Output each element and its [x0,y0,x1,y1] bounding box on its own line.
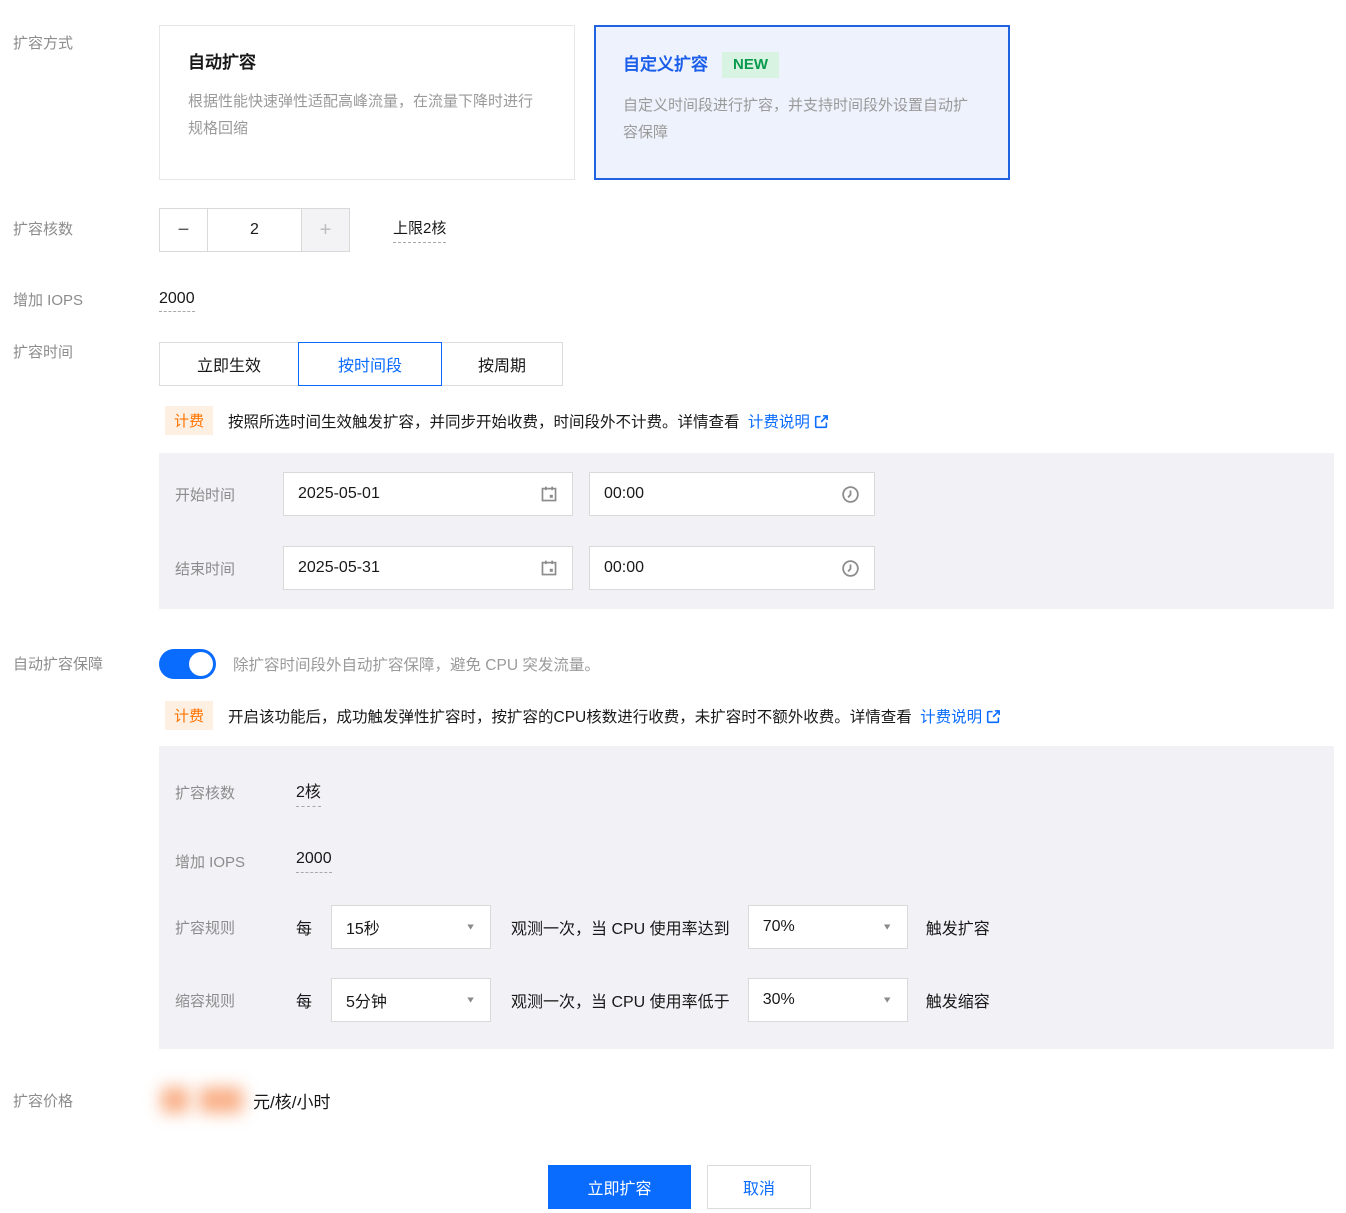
expand-threshold-value: 70% [762,918,795,935]
card-auto-scale-title: 自动扩容 [188,53,256,72]
label-end-time: 结束时间 [175,560,236,578]
billing-badge: 计费 [165,406,214,435]
auto-guard-desc: 除扩容时间段外自动扩容保障，避免 CPU 突发流量。 [233,657,600,674]
external-link-icon [814,414,828,428]
shrink-threshold-select[interactable]: 30% ▼ [747,978,908,1022]
guard-cores-value[interactable]: 2核 [296,778,321,807]
shrink-threshold-value: 30% [762,991,795,1008]
shrink-interval-value: 5分钟 [346,994,387,1011]
iops-value[interactable]: 2000 [159,290,195,312]
row-add-iops: 增加 IOPS 2000 [13,290,1346,312]
card-custom-scale-title: 自定义扩容 [623,55,708,74]
auto-guard-toggle[interactable] [159,649,216,679]
billing-doc-link[interactable]: 计费说明 [748,414,810,431]
chevron-down-icon: ▼ [881,995,893,1005]
expand-interval-select[interactable]: 15秒 ▼ [331,905,491,949]
end-date-value: 2025-05-31 [298,559,380,576]
row-scale-price: 扩容价格 元/核/小时 [13,1081,1346,1119]
external-link-icon [986,709,1000,723]
method-cards: 自动扩容 根据性能快速弹性适配高峰流量，在流量下降时进行规格回缩 自定义扩容 N… [159,25,1346,180]
chevron-down-icon: ▼ [465,995,476,1005]
guard-iops-value[interactable]: 2000 [296,850,332,873]
billing-note-text: 按照所选时间生效触发扩容，并同步开始收费，时间段外不计费。详情查看 计费说明 [228,410,829,432]
end-time-row: 结束时间 2025-05-31 00:00 [175,546,1334,590]
card-auto-scale-desc: 根据性能快速弹性适配高峰流量，在流量下降时进行规格回缩 [188,93,534,137]
tab-immediate[interactable]: 立即生效 [159,342,299,386]
expand-threshold-select[interactable]: 70% ▼ [747,905,908,949]
price-unit: 元/核/小时 [253,1092,331,1112]
billing-badge: 计费 [165,701,214,730]
start-time-value: 00:00 [604,485,645,502]
label-scale-price: 扩容价格 [13,1093,74,1110]
scale-time-tabs: 立即生效 按时间段 按周期 [159,342,1346,386]
expand-interval-value: 15秒 [346,921,380,938]
row-auto-guard: 自动扩容保障 除扩容时间段外自动扩容保障，避免 CPU 突发流量。 [13,649,1346,679]
price-value-redacted [159,1081,245,1119]
end-date-picker[interactable]: 2025-05-31 [283,546,573,590]
rule-middle: 观测一次，当 CPU 使用率低于 [511,994,730,1011]
calendar-icon [541,560,557,576]
confirm-scale-button[interactable]: 立即扩容 [548,1165,691,1209]
expand-rule-row: 扩容规则 每 15秒 ▼ 观测一次，当 CPU 使用率达到 70% ▼ 触发扩容 [175,905,1334,949]
guard-cores-row: 扩容核数 2核 [175,778,1334,807]
decrement-button[interactable]: − [159,208,207,252]
cancel-button[interactable]: 取消 [707,1165,811,1209]
label-scale-time: 扩容时间 [13,344,74,361]
clock-icon [842,559,859,577]
label-expand-rule: 扩容规则 [175,919,236,937]
scale-config-form: 扩容方式 自动扩容 根据性能快速弹性适配高峰流量，在流量下降时进行规格回缩 自定… [0,25,1346,1209]
clock-icon [842,485,859,503]
label-start-time: 开始时间 [175,486,236,504]
shrink-rule-row: 缩容规则 每 5分钟 ▼ 观测一次，当 CPU 使用率低于 30% ▼ 触发缩容 [175,978,1334,1022]
shrink-interval-select[interactable]: 5分钟 ▼ [331,978,491,1022]
rule-prefix: 每 [296,921,313,938]
tab-time-range[interactable]: 按时间段 [298,342,442,386]
label-add-iops: 增加 IOPS [13,292,84,309]
guard-rules-panel: 扩容核数 2核 增加 IOPS 2000 扩容规则 每 15秒 ▼ 观测一次，当… [159,746,1334,1049]
billing-note-guard: 计费 开启该功能后，成功触发弹性扩容时，按扩容的CPU核数进行收费，未扩容时不额… [165,701,1346,730]
billing-note-text: 开启该功能后，成功触发弹性扩容时，按扩容的CPU核数进行收费，未扩容时不额外收费… [228,705,1001,727]
label-shrink-rule: 缩容规则 [175,992,236,1010]
card-custom-scale[interactable]: 自定义扩容 NEW 自定义时间段进行扩容，并支持时间段外设置自动扩容保障 [594,25,1010,180]
start-time-row: 开始时间 2025-05-01 00:00 [175,472,1334,516]
row-scale-time: 扩容时间 立即生效 按时间段 按周期 [13,342,1346,386]
card-custom-scale-desc: 自定义时间段进行扩容，并支持时间段外设置自动扩容保障 [623,97,969,141]
chevron-down-icon: ▼ [465,922,476,932]
billing-doc-link[interactable]: 计费说明 [920,709,982,726]
row-scale-cores: 扩容核数 − + 上限2核 [13,208,1346,252]
billing-note-body: 按照所选时间生效触发扩容，并同步开始收费，时间段外不计费。详情查看 [228,413,740,431]
rule-middle: 观测一次，当 CPU 使用率达到 [511,921,730,938]
action-bar: 立即扩容 取消 [13,1165,1346,1209]
cores-limit-hint[interactable]: 上限2核 [393,217,447,243]
label-scale-cores: 扩容核数 [13,221,74,238]
label-scale-method: 扩容方式 [13,35,74,52]
start-date-value: 2025-05-01 [298,485,380,502]
increment-button[interactable]: + [302,208,350,252]
start-date-picker[interactable]: 2025-05-01 [283,472,573,516]
guard-iops-row: 增加 IOPS 2000 [175,850,1334,873]
cores-stepper: − + [159,208,350,252]
billing-note-body: 开启该功能后，成功触发弹性扩容时，按扩容的CPU核数进行收费，未扩容时不额外收费… [228,708,912,726]
chevron-down-icon: ▼ [881,922,893,932]
card-auto-scale[interactable]: 自动扩容 根据性能快速弹性适配高峰流量，在流量下降时进行规格回缩 [159,25,575,180]
tab-periodic[interactable]: 按周期 [441,342,563,386]
row-scale-method: 扩容方式 自动扩容 根据性能快速弹性适配高峰流量，在流量下降时进行规格回缩 自定… [13,25,1346,180]
billing-note-time: 计费 按照所选时间生效触发扩容，并同步开始收费，时间段外不计费。详情查看 计费说… [165,406,1346,435]
label-guard-iops: 增加 IOPS [175,854,246,871]
time-range-panel: 开始时间 2025-05-01 00:00 结束时间 2025-05-31 00… [159,453,1334,609]
toggle-knob [189,652,213,676]
start-time-picker[interactable]: 00:00 [589,472,875,516]
end-time-picker[interactable]: 00:00 [589,546,875,590]
rule-prefix: 每 [296,994,313,1011]
new-badge: NEW [722,52,779,78]
end-time-value: 00:00 [604,559,645,576]
cores-input[interactable] [207,208,302,252]
rule-suffix: 触发缩容 [925,994,990,1011]
label-auto-guard: 自动扩容保障 [13,656,104,673]
rule-suffix: 触发扩容 [925,921,990,938]
label-guard-cores: 扩容核数 [175,785,236,802]
calendar-icon [541,486,557,502]
